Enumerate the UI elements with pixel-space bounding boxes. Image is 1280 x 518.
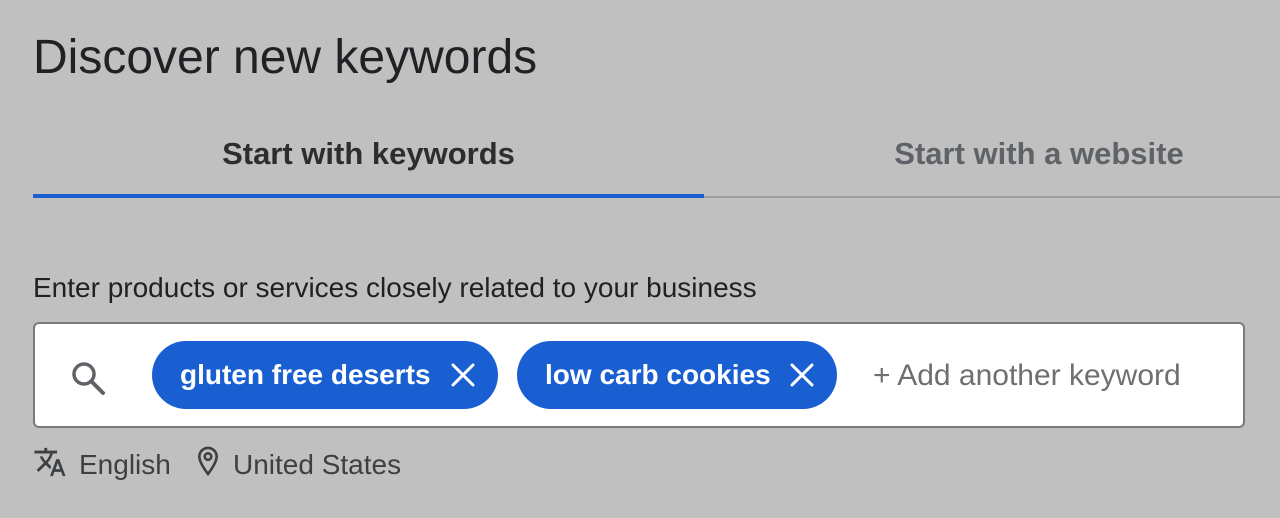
language-label: English bbox=[79, 449, 171, 480]
add-keyword-input[interactable]: + Add another keyword bbox=[873, 356, 1181, 396]
language-selector[interactable]: English bbox=[33, 445, 171, 485]
tab-bar: Start with keywords Start with a website bbox=[33, 110, 1280, 198]
keyword-chip[interactable]: low carb cookies bbox=[517, 341, 837, 409]
close-icon[interactable] bbox=[450, 362, 476, 388]
active-tab-indicator bbox=[33, 194, 704, 198]
location-label: United States bbox=[233, 449, 402, 480]
keyword-chip-label: low carb cookies bbox=[545, 359, 771, 390]
location-selector[interactable]: United States bbox=[195, 445, 401, 485]
page-title: Discover new keywords bbox=[33, 31, 538, 84]
translate-icon bbox=[33, 445, 79, 486]
keyword-chip[interactable]: gluten free deserts bbox=[152, 341, 498, 409]
location-pin-icon bbox=[195, 445, 233, 486]
search-icon bbox=[68, 358, 108, 398]
keyword-chip-label: gluten free deserts bbox=[180, 359, 431, 390]
tab-start-with-keywords[interactable]: Start with keywords bbox=[33, 110, 704, 198]
keyword-input-box[interactable]: gluten free deserts low carb cookies + A… bbox=[33, 322, 1245, 428]
tab-start-with-website[interactable]: Start with a website bbox=[704, 110, 1280, 198]
keyword-input-label: Enter products or services closely relat… bbox=[33, 272, 757, 303]
close-icon[interactable] bbox=[789, 362, 815, 388]
